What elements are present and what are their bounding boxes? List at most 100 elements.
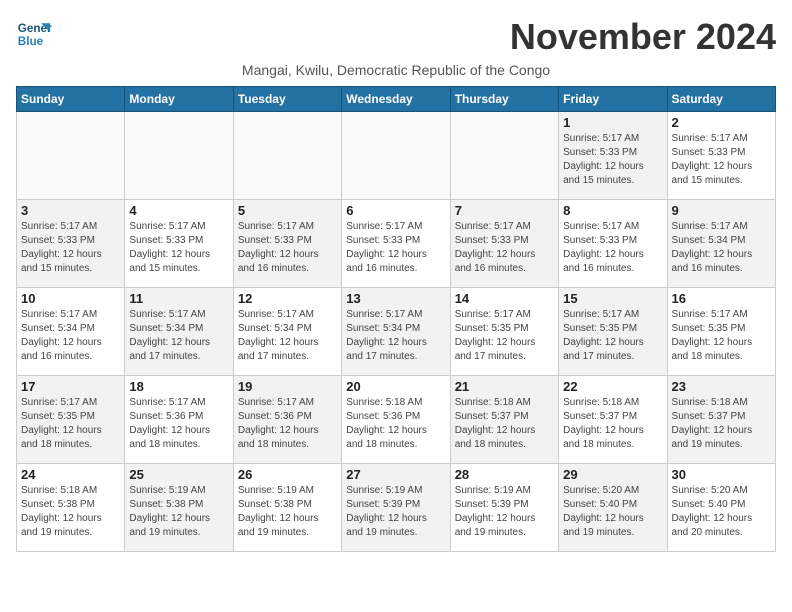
day-info: Sunrise: 5:17 AMSunset: 5:33 PMDaylight:… xyxy=(238,220,337,276)
month-title: November 2024 xyxy=(510,16,776,58)
calendar-day-cell: 8 Sunrise: 5:17 AMSunset: 5:33 PMDaylight… xyxy=(559,200,667,288)
day-number: 13 xyxy=(346,291,445,306)
calendar-day-cell xyxy=(17,112,125,200)
day-info: Sunrise: 5:19 AMSunset: 5:39 PMDaylight:… xyxy=(346,484,445,540)
calendar-table: SundayMondayTuesdayWednesdayThursdayFrid… xyxy=(16,86,776,552)
calendar-day-cell: 20Sunrise: 5:18 AMSunset: 5:36 PMDayligh… xyxy=(342,376,450,464)
day-number: 30 xyxy=(672,467,771,482)
calendar-header-row: SundayMondayTuesdayWednesdayThursdayFrid… xyxy=(17,87,776,112)
calendar-day-cell: 13 Sunrise: 5:17 AMSunset: 5:34 PMDayligh… xyxy=(342,288,450,376)
day-number: 1 xyxy=(563,115,662,130)
day-number: 3 xyxy=(21,203,120,218)
day-info: Sunrise: 5:18 AMSunset: 5:37 PMDaylight:… xyxy=(455,396,554,452)
calendar-day-cell: 6 Sunrise: 5:17 AMSunset: 5:33 PMDaylight… xyxy=(342,200,450,288)
day-info: Sunrise: 5:17 AMSunset: 5:36 PMDaylight:… xyxy=(238,396,337,452)
calendar-day-cell: 12 Sunrise: 5:17 AMSunset: 5:34 PMDayligh… xyxy=(233,288,341,376)
day-number: 14 xyxy=(455,291,554,306)
day-number: 28 xyxy=(455,467,554,482)
calendar-day-cell: 28Sunrise: 5:19 AMSunset: 5:39 PMDayligh… xyxy=(450,464,558,552)
day-info: Sunrise: 5:17 AMSunset: 5:33 PMDaylight:… xyxy=(129,220,228,276)
day-info: Sunrise: 5:17 AMSunset: 5:34 PMDaylight:… xyxy=(672,220,771,276)
calendar-header-thursday: Thursday xyxy=(450,87,558,112)
day-info: Sunrise: 5:18 AMSunset: 5:37 PMDaylight:… xyxy=(672,396,771,452)
calendar-day-cell: 3 Sunrise: 5:17 AMSunset: 5:33 PMDaylight… xyxy=(17,200,125,288)
day-number: 21 xyxy=(455,379,554,394)
calendar-day-cell: 29 Sunrise: 5:20 AMSunset: 5:40 PMDayligh… xyxy=(559,464,667,552)
calendar-day-cell xyxy=(342,112,450,200)
logo-icon: General Blue xyxy=(16,16,52,52)
calendar-week-1: 1 Sunrise: 5:17 AMSunset: 5:33 PMDaylight… xyxy=(17,112,776,200)
calendar-day-cell: 5 Sunrise: 5:17 AMSunset: 5:33 PMDaylight… xyxy=(233,200,341,288)
day-info: Sunrise: 5:19 AMSunset: 5:38 PMDaylight:… xyxy=(238,484,337,540)
calendar-day-cell: 25 Sunrise: 5:19 AMSunset: 5:38 PMDayligh… xyxy=(125,464,233,552)
calendar-day-cell: 30 Sunrise: 5:20 AMSunset: 5:40 PMDayligh… xyxy=(667,464,775,552)
day-number: 12 xyxy=(238,291,337,306)
day-number: 8 xyxy=(563,203,662,218)
day-number: 18 xyxy=(129,379,228,394)
day-info: Sunrise: 5:17 AMSunset: 5:33 PMDaylight:… xyxy=(672,132,771,188)
calendar-day-cell: 16 Sunrise: 5:17 AMSunset: 5:35 PMDayligh… xyxy=(667,288,775,376)
day-number: 2 xyxy=(672,115,771,130)
calendar-header-saturday: Saturday xyxy=(667,87,775,112)
calendar-day-cell: 21 Sunrise: 5:18 AMSunset: 5:37 PMDayligh… xyxy=(450,376,558,464)
day-info: Sunrise: 5:20 AMSunset: 5:40 PMDaylight:… xyxy=(672,484,771,540)
calendar-day-cell: 22 Sunrise: 5:18 AMSunset: 5:37 PMDayligh… xyxy=(559,376,667,464)
calendar-day-cell: 23 Sunrise: 5:18 AMSunset: 5:37 PMDayligh… xyxy=(667,376,775,464)
day-number: 15 xyxy=(563,291,662,306)
day-number: 16 xyxy=(672,291,771,306)
calendar-day-cell: 10Sunrise: 5:17 AMSunset: 5:34 PMDayligh… xyxy=(17,288,125,376)
calendar-day-cell: 7Sunrise: 5:17 AMSunset: 5:33 PMDaylight… xyxy=(450,200,558,288)
calendar-day-cell: 26Sunrise: 5:19 AMSunset: 5:38 PMDayligh… xyxy=(233,464,341,552)
calendar-day-cell: 15 Sunrise: 5:17 AMSunset: 5:35 PMDayligh… xyxy=(559,288,667,376)
day-info: Sunrise: 5:17 AMSunset: 5:35 PMDaylight:… xyxy=(563,308,662,364)
day-number: 4 xyxy=(129,203,228,218)
calendar-day-cell: 11Sunrise: 5:17 AMSunset: 5:34 PMDayligh… xyxy=(125,288,233,376)
day-number: 17 xyxy=(21,379,120,394)
day-info: Sunrise: 5:17 AMSunset: 5:33 PMDaylight:… xyxy=(563,132,662,188)
day-info: Sunrise: 5:17 AMSunset: 5:34 PMDaylight:… xyxy=(346,308,445,364)
calendar-week-5: 24Sunrise: 5:18 AMSunset: 5:38 PMDayligh… xyxy=(17,464,776,552)
title-area: November 2024 xyxy=(510,16,776,58)
calendar-week-4: 17Sunrise: 5:17 AMSunset: 5:35 PMDayligh… xyxy=(17,376,776,464)
day-number: 25 xyxy=(129,467,228,482)
calendar-week-3: 10 Sunrise: 5:17 AMSunset: 5:34 PMDayligh… xyxy=(17,288,776,376)
day-info: Sunrise: 5:17 AMSunset: 5:33 PMDaylight:… xyxy=(563,220,662,276)
day-info: Sunrise: 5:17 AMSunset: 5:36 PMDaylight:… xyxy=(129,396,228,452)
calendar-day-cell: 4 Sunrise: 5:17 AMSunset: 5:33 PMDaylight… xyxy=(125,200,233,288)
day-info: Sunrise: 5:17 AMSunset: 5:33 PMDaylight:… xyxy=(346,220,445,276)
calendar-header-tuesday: Tuesday xyxy=(233,87,341,112)
calendar-day-cell: 27 Sunrise: 5:19 AMSunset: 5:39 PMDayligh… xyxy=(342,464,450,552)
subtitle: Mangai, Kwilu, Democratic Republic of th… xyxy=(16,62,776,78)
calendar-header-sunday: Sunday xyxy=(17,87,125,112)
calendar-day-cell: 9Sunrise: 5:17 AMSunset: 5:34 PMDaylight… xyxy=(667,200,775,288)
day-info: Sunrise: 5:17 AMSunset: 5:33 PMDaylight:… xyxy=(21,220,120,276)
calendar-day-cell: 17Sunrise: 5:17 AMSunset: 5:35 PMDayligh… xyxy=(17,376,125,464)
day-number: 29 xyxy=(563,467,662,482)
day-number: 27 xyxy=(346,467,445,482)
day-info: Sunrise: 5:17 AMSunset: 5:34 PMDaylight:… xyxy=(238,308,337,364)
calendar-header-friday: Friday xyxy=(559,87,667,112)
day-info: Sunrise: 5:19 AMSunset: 5:38 PMDaylight:… xyxy=(129,484,228,540)
calendar-day-cell: 2 Sunrise: 5:17 AMSunset: 5:33 PMDaylight… xyxy=(667,112,775,200)
calendar-day-cell xyxy=(233,112,341,200)
calendar-day-cell: 1 Sunrise: 5:17 AMSunset: 5:33 PMDaylight… xyxy=(559,112,667,200)
calendar-header-wednesday: Wednesday xyxy=(342,87,450,112)
day-number: 7 xyxy=(455,203,554,218)
page-header: General Blue November 2024 xyxy=(16,16,776,58)
day-number: 6 xyxy=(346,203,445,218)
day-info: Sunrise: 5:17 AMSunset: 5:35 PMDaylight:… xyxy=(672,308,771,364)
day-info: Sunrise: 5:20 AMSunset: 5:40 PMDaylight:… xyxy=(563,484,662,540)
day-number: 22 xyxy=(563,379,662,394)
calendar-day-cell: 24Sunrise: 5:18 AMSunset: 5:38 PMDayligh… xyxy=(17,464,125,552)
calendar-header-monday: Monday xyxy=(125,87,233,112)
day-number: 20 xyxy=(346,379,445,394)
calendar-day-cell xyxy=(125,112,233,200)
day-number: 23 xyxy=(672,379,771,394)
calendar-day-cell xyxy=(450,112,558,200)
calendar-day-cell: 18 Sunrise: 5:17 AMSunset: 5:36 PMDayligh… xyxy=(125,376,233,464)
day-number: 10 xyxy=(21,291,120,306)
day-number: 5 xyxy=(238,203,337,218)
day-info: Sunrise: 5:17 AMSunset: 5:35 PMDaylight:… xyxy=(455,308,554,364)
day-number: 19 xyxy=(238,379,337,394)
day-info: Sunrise: 5:18 AMSunset: 5:37 PMDaylight:… xyxy=(563,396,662,452)
